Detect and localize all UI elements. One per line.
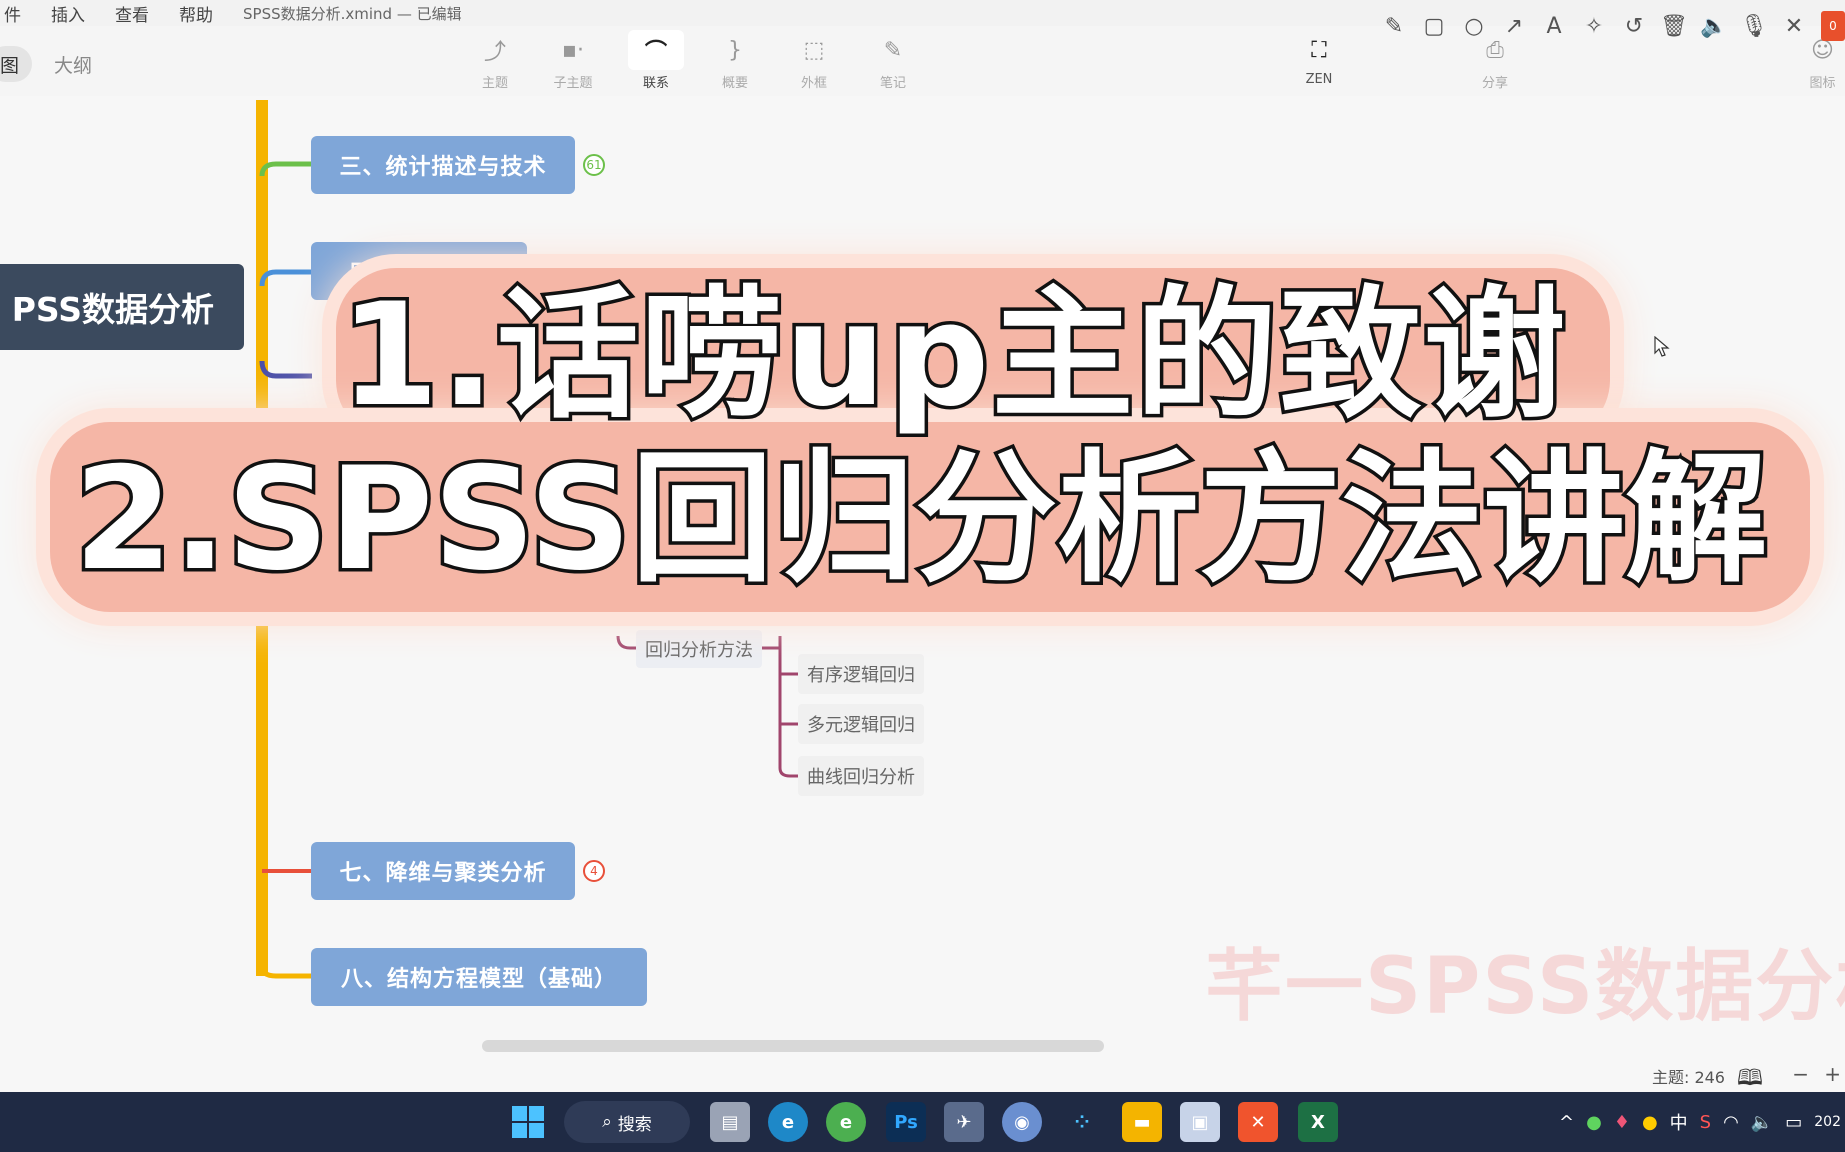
browser-icon[interactable]: e <box>826 1102 866 1142</box>
dots-icon[interactable]: ⁘ <box>1062 1102 1102 1142</box>
title-line-1: 1.话唠up主的致谢 <box>337 272 1569 439</box>
xmind-icon[interactable]: ✕ <box>1238 1102 1278 1142</box>
speaker-icon[interactable]: 🔈 <box>1700 11 1727 41</box>
arrow-icon[interactable]: ↗ <box>1501 11 1527 41</box>
share-label: 分享 <box>1481 76 1508 91</box>
topic-icon: ⤴ <box>483 40 506 65</box>
volume-icon[interactable]: 🔈 <box>1751 1112 1773 1133</box>
relationship-icon: ⌒ <box>628 30 684 70</box>
tray-expand-icon[interactable]: ^ <box>1559 1112 1574 1133</box>
close-icon[interactable]: ✕ <box>1781 11 1807 41</box>
tray-app-icon[interactable]: ♦ <box>1614 1112 1630 1133</box>
wifi-icon[interactable]: ◠ <box>1723 1112 1739 1133</box>
summary-button[interactable]: } 概要 <box>700 30 770 94</box>
excel-icon[interactable]: X <box>1298 1102 1338 1142</box>
system-tray: ^ ● ♦ ● 中 S ◠ 🔈 ▭ 202 <box>1559 1092 1845 1152</box>
undo-icon[interactable]: ↺ <box>1621 11 1647 41</box>
edge-icon[interactable]: e <box>768 1102 808 1142</box>
zen-button[interactable]: ⛶ ZEN <box>1284 30 1354 94</box>
menu-item-view[interactable]: 查看 <box>111 1 153 26</box>
topic-structural-equation-model[interactable]: 八、结构方程模型（基础） <box>311 948 647 1006</box>
circle-icon[interactable]: ○ <box>1461 11 1487 41</box>
collapsed-count-badge[interactable]: 61 <box>583 154 605 176</box>
zen-icon: ⛶ <box>1311 37 1327 63</box>
topic-ordinal-logistic-regression[interactable]: 有序逻辑回归 <box>798 654 924 694</box>
horizontal-scrollbar[interactable] <box>482 1040 1104 1052</box>
tab-outline[interactable]: 大纲 <box>54 46 92 82</box>
boundary-icon: ⬚ <box>803 37 825 63</box>
topic-button[interactable]: ⤴ 主题 <box>460 30 530 94</box>
battery-icon[interactable]: ▭ <box>1785 1112 1802 1133</box>
branch-line-3 <box>259 161 312 177</box>
topic-dimension-reduction-clustering[interactable]: 七、降维与聚类分析 <box>311 842 575 900</box>
pencil-icon[interactable]: ✎ <box>1381 11 1407 41</box>
rectangle-icon[interactable]: ▢ <box>1421 11 1447 41</box>
relationship-button[interactable]: ⌒ 联系 <box>621 30 691 94</box>
watermark-text: 芊一SPSS数据分析 <box>1205 942 1845 1032</box>
boundary-button[interactable]: ⬚ 外框 <box>779 30 849 94</box>
tray-app-icon-2[interactable]: ● <box>1642 1112 1658 1133</box>
topic-curve-regression[interactable]: 曲线回归分析 <box>798 756 924 796</box>
photoshop-icon[interactable]: Ps <box>886 1102 926 1142</box>
subtopic-icon: ▪· <box>562 37 584 63</box>
boundary-label: 外框 <box>800 76 827 91</box>
relationship-label: 联系 <box>642 76 669 91</box>
globe-icon[interactable]: ◉ <box>1002 1102 1042 1142</box>
icon-panel-label: 图标 <box>1809 76 1836 91</box>
tray-app-icon-3[interactable]: S <box>1700 1112 1711 1133</box>
ime-indicator[interactable]: 中 <box>1670 1109 1688 1135</box>
topic-multinomial-logistic-regression[interactable]: 多元逻辑回归 <box>798 704 924 744</box>
video-title-overlay: 1.话唠up主的致谢 2.SPSS回归分析方法讲解 <box>40 252 1820 642</box>
zoom-out-button[interactable]: − <box>1792 1062 1809 1086</box>
collapsed-count-badge[interactable]: 4 <box>583 860 605 882</box>
file-manager-icon[interactable]: ▤ <box>710 1102 750 1142</box>
menu-item-help[interactable]: 帮助 <box>175 1 217 26</box>
taskbar-search[interactable]: ⌕ 搜索 <box>564 1101 690 1143</box>
microphone-icon[interactable]: 🎙 <box>1740 11 1768 41</box>
taskbar: ⌕ 搜索 ▤ e e Ps ✈ ◉ ⁘ ▬ ▣ ✕ X ^ ● ♦ ● 中 S … <box>0 1092 1845 1152</box>
clock[interactable]: 202 <box>1814 1114 1841 1130</box>
subtopic-button[interactable]: ▪· 子主题 <box>538 30 608 94</box>
note-icon: ✎ <box>883 37 903 63</box>
zen-label: ZEN <box>1305 72 1333 87</box>
app-icon[interactable]: ✈ <box>944 1102 984 1142</box>
summary-icon: } <box>728 37 742 63</box>
menu-item-file-partial[interactable]: 件 <box>0 1 25 26</box>
tab-mindmap[interactable]: 图 <box>0 46 32 82</box>
title-line-2: 2.SPSS回归分析方法讲解 <box>70 436 1770 603</box>
search-label: 搜索 <box>617 1114 652 1135</box>
menu-item-insert[interactable]: 插入 <box>47 1 89 26</box>
image-viewer-icon[interactable]: ▣ <box>1180 1102 1220 1142</box>
topic-statistics-description[interactable]: 三、统计描述与技术 <box>311 136 575 194</box>
wechat-icon[interactable]: ● <box>1586 1112 1602 1133</box>
regression-children-line <box>778 636 800 778</box>
branch-line-8 <box>259 965 312 979</box>
note-button[interactable]: ✎ 笔记 <box>858 30 928 94</box>
folder-icon[interactable]: ▬ <box>1122 1102 1162 1142</box>
subtopic-label: 子主题 <box>553 76 593 91</box>
record-indicator[interactable]: 0 <box>1821 11 1845 41</box>
status-bar: 主题: 246 🕮 − + <box>0 1056 1845 1092</box>
note-label: 笔记 <box>879 76 906 91</box>
zoom-in-button[interactable]: + <box>1824 1062 1841 1086</box>
start-icon[interactable] <box>508 1102 548 1142</box>
magic-wand-icon[interactable]: ✧ <box>1581 11 1607 41</box>
trash-icon[interactable]: 🗑 <box>1660 11 1688 41</box>
text-icon[interactable]: A <box>1541 11 1567 41</box>
topic-label: 主题 <box>481 76 508 91</box>
summary-label: 概要 <box>721 76 748 91</box>
topic-count: 主题: 246 <box>1651 1068 1725 1087</box>
file-name: SPSS数据分析.xmind — 已编辑 <box>243 4 462 23</box>
search-icon: ⌕ <box>602 1112 612 1132</box>
annotation-toolbar: ✎ ▢ ○ ↗ A ✧ ↺ 🗑 🔈 🎙 ✕ 0 <box>1381 8 1845 44</box>
